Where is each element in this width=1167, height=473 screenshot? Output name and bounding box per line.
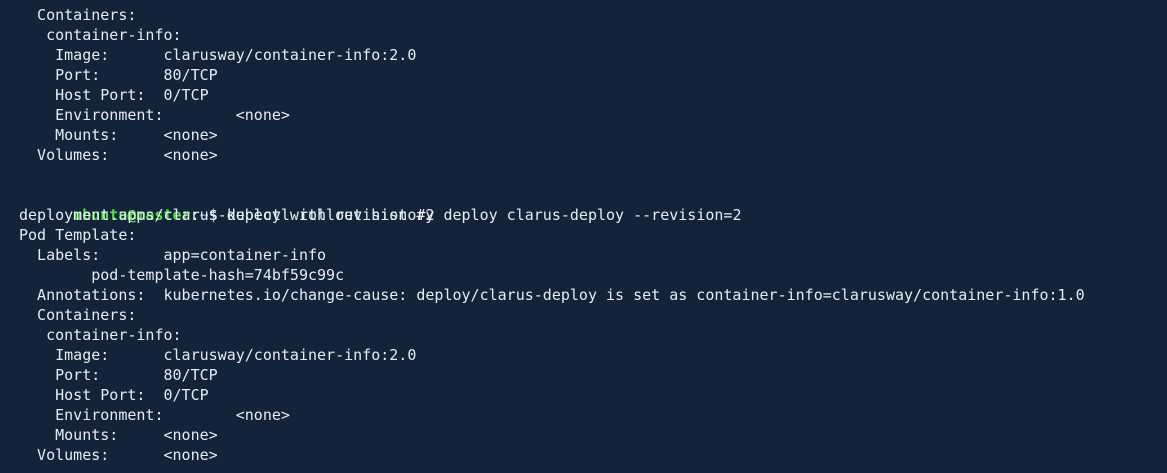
output-line: Containers: — [19, 6, 137, 24]
output-line: Mounts: <none> — [19, 126, 218, 144]
output-line: Pod Template: — [19, 226, 137, 244]
output-line: Labels: app=container-info — [19, 246, 327, 264]
output-line: Image: clarusway/container-info:2.0 — [19, 46, 417, 64]
output-line: Host Port: 0/TCP — [19, 86, 209, 104]
prompt-line[interactable]: ubuntu@master:~$ kubectl rollout history… — [19, 185, 1085, 224]
output-line: Image: clarusway/container-info:2.0 — [19, 346, 417, 364]
output-line: Mounts: <none> — [19, 426, 218, 444]
output-line: Port: 80/TCP — [19, 66, 218, 84]
output-line: Containers: — [19, 306, 137, 324]
output-line: Volumes: <none> — [19, 446, 218, 464]
output-line: pod-template-hash=74bf59c99c — [19, 266, 345, 284]
terminal-window[interactable]: Containers: container-info: Image: claru… — [0, 0, 1167, 473]
terminal-output: Containers: container-info: Image: claru… — [19, 5, 1085, 465]
output-line: Environment: <none> — [19, 106, 290, 124]
output-line: Volumes: <none> — [19, 146, 218, 164]
output-line: container-info: — [19, 26, 182, 44]
output-line: Environment: <none> — [19, 406, 290, 424]
output-line: Host Port: 0/TCP — [19, 386, 209, 404]
output-line: Port: 80/TCP — [19, 366, 218, 384]
output-line: container-info: — [19, 326, 182, 344]
output-line: Annotations: kubernetes.io/change-cause:… — [19, 286, 1085, 304]
